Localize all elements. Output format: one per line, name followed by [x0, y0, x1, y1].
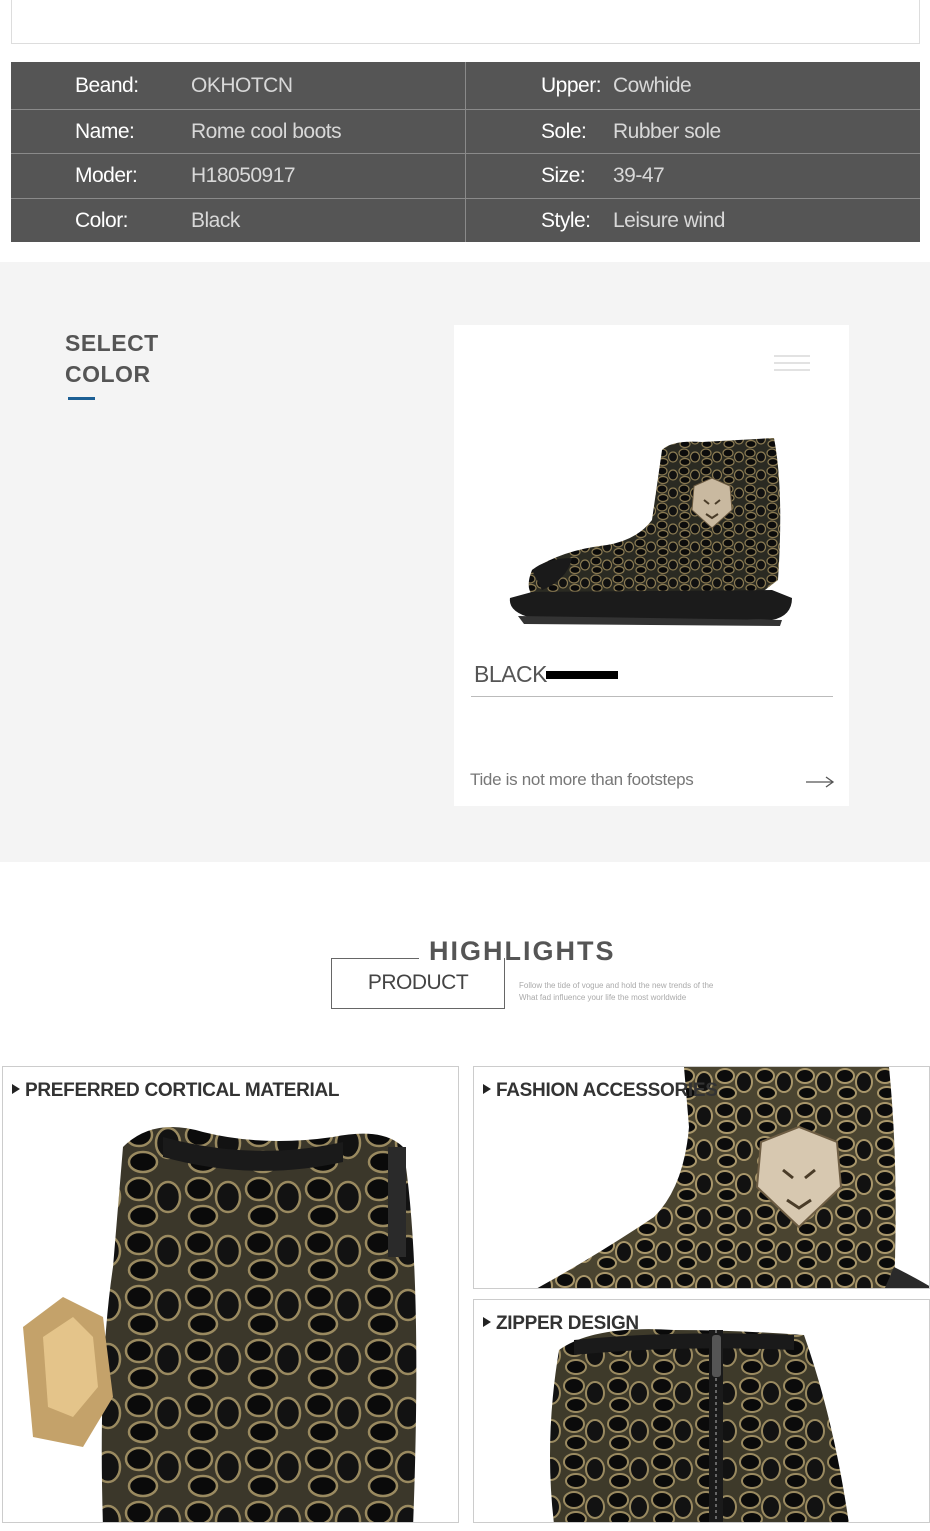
panel-title: PREFERRED CORTICAL MATERIAL: [12, 1080, 340, 1102]
triangle-bullet-icon: [483, 1317, 491, 1327]
spec-value: Cowhide: [613, 73, 692, 97]
title-accent-line: [68, 397, 95, 400]
hamburger-icon[interactable]: [774, 353, 810, 373]
spec-key: Moder:: [75, 164, 138, 187]
spec-row: Moder: H18050917 Size: 39-47: [11, 153, 920, 198]
panel-title: ZIPPER DESIGN: [483, 1313, 639, 1335]
panel-fashion-accessories: FASHION ACCESSORIES: [473, 1066, 930, 1289]
spec-value: Rubber sole: [613, 120, 721, 143]
spec-key: Beand:: [75, 73, 139, 97]
panel-zipper-design: ZIPPER DESIGN: [473, 1299, 930, 1523]
spec-row: Color: Black Style: Leisure wind: [11, 198, 920, 242]
spec-value: Rome cool boots: [191, 120, 342, 143]
spec-row: Beand: OKHOTCN Upper: Cowhide: [11, 62, 920, 109]
spec-key: Sole:: [541, 120, 587, 143]
spec-key: Name:: [75, 120, 135, 143]
panel-title-text: PREFERRED CORTICAL MATERIAL: [25, 1080, 340, 1101]
highlights-caption: Follow the tide of vogue and hold the ne…: [519, 980, 739, 1004]
panel-title: FASHION ACCESSORIES: [483, 1080, 718, 1102]
spec-row: Name: Rome cool boots Sole: Rubber sole: [11, 109, 920, 154]
triangle-bullet-icon: [12, 1084, 20, 1094]
color-swatch[interactable]: [546, 671, 618, 679]
spec-key: Upper:: [541, 73, 602, 97]
spec-value: 39-47: [613, 164, 665, 187]
panel-cortical-material: PREFERRED CORTICAL MATERIAL: [2, 1066, 459, 1523]
color-name: BLACK: [474, 661, 547, 687]
top-empty-box: [11, 0, 920, 44]
spec-key: Style:: [541, 208, 591, 232]
spec-value: Black: [191, 208, 240, 232]
highlights-title: HIGHLIGHTS: [429, 936, 616, 966]
color-card[interactable]: BLACK Tide is not more than footsteps: [454, 325, 849, 806]
spec-key: Size:: [541, 164, 586, 187]
arrow-right-icon[interactable]: [805, 775, 835, 789]
select-color-title-line1: SELECT: [65, 330, 159, 356]
card-tagline: Tide is not more than footsteps: [470, 770, 694, 789]
select-color-section: SELECT COLOR BLACK Tide is not more than…: [0, 262, 930, 862]
boot-closeup-image: [23, 1127, 417, 1522]
highlights-caption-line1: Follow the tide of vogue and hold the ne…: [519, 981, 714, 990]
panel-title-text: ZIPPER DESIGN: [496, 1313, 639, 1334]
spec-table: Beand: OKHOTCN Upper: Cowhide Name: Rome…: [11, 62, 920, 242]
spec-key: Color:: [75, 208, 129, 232]
card-divider: [471, 696, 833, 697]
spec-value: Leisure wind: [613, 208, 725, 232]
highlights-caption-line2: What fad influence your life the most wo…: [519, 993, 687, 1002]
boot-sandal-image: [509, 438, 792, 626]
spec-value: H18050917: [191, 164, 296, 187]
panel-title-text: FASHION ACCESSORIES: [496, 1080, 718, 1101]
highlights-subtitle: PRODUCT: [367, 971, 469, 994]
select-color-title-line2: COLOR: [65, 361, 151, 387]
spec-value: OKHOTCN: [191, 73, 293, 97]
select-color-title: SELECT COLOR: [65, 328, 185, 390]
triangle-bullet-icon: [483, 1084, 491, 1094]
